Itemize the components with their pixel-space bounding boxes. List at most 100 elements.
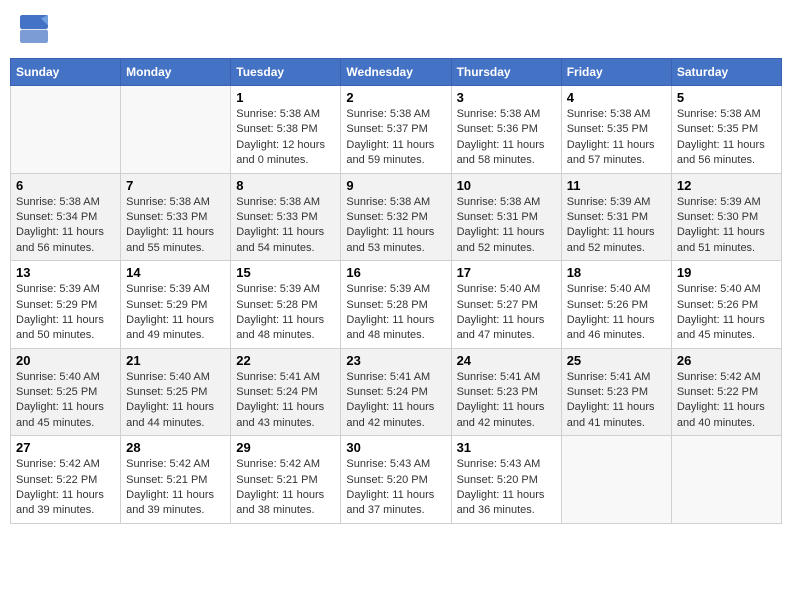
calendar-cell: 25 Sunrise: 5:41 AM Sunset: 5:23 PM Dayli… [561, 348, 671, 436]
day-info: Sunrise: 5:43 AM Sunset: 5:20 PM Dayligh… [457, 457, 556, 519]
day-info: Sunrise: 5:42 AM Sunset: 5:22 PM Dayligh… [16, 457, 115, 519]
day-info: Sunrise: 5:41 AM Sunset: 5:24 PM Dayligh… [236, 370, 335, 432]
day-number: 10 [457, 178, 556, 193]
day-info: Sunrise: 5:40 AM Sunset: 5:25 PM Dayligh… [126, 370, 225, 432]
day-info: Sunrise: 5:39 AM Sunset: 5:28 PM Dayligh… [236, 282, 335, 344]
calendar-cell: 1 Sunrise: 5:38 AM Sunset: 5:38 PM Daylig… [231, 86, 341, 174]
calendar-cell: 13Sunrise: 5:39 AM Sunset: 5:29 PM Dayli… [11, 261, 121, 349]
day-number: 26 [677, 353, 776, 368]
day-number: 23 [346, 353, 445, 368]
day-number: 7 [126, 178, 225, 193]
day-number: 19 [677, 265, 776, 280]
day-number: 2 [346, 90, 445, 105]
day-info: Sunrise: 5:43 AM Sunset: 5:20 PM Dayligh… [346, 457, 445, 519]
day-info: Sunrise: 5:41 AM Sunset: 5:23 PM Dayligh… [457, 370, 556, 432]
calendar-cell: 26 Sunrise: 5:42 AM Sunset: 5:22 PM Dayli… [671, 348, 781, 436]
day-number: 25 [567, 353, 666, 368]
calendar-cell: 18 Sunrise: 5:40 AM Sunset: 5:26 PM Dayli… [561, 261, 671, 349]
calendar-cell: 10 Sunrise: 5:38 AM Sunset: 5:31 PM Dayli… [451, 173, 561, 261]
calendar-cell: 8 Sunrise: 5:38 AM Sunset: 5:33 PM Daylig… [231, 173, 341, 261]
day-info: Sunrise: 5:40 AM Sunset: 5:26 PM Dayligh… [567, 282, 666, 344]
day-info: Sunrise: 5:39 AM Sunset: 5:30 PM Dayligh… [677, 195, 776, 257]
day-info: Sunrise: 5:42 AM Sunset: 5:22 PM Dayligh… [677, 370, 776, 432]
day-number: 31 [457, 440, 556, 455]
weekday-header: Thursday [451, 59, 561, 86]
day-info: Sunrise: 5:42 AM Sunset: 5:21 PM Dayligh… [236, 457, 335, 519]
calendar-cell: 17Sunrise: 5:40 AM Sunset: 5:27 PM Dayli… [451, 261, 561, 349]
day-number: 14 [126, 265, 225, 280]
day-info: Sunrise: 5:38 AM Sunset: 5:36 PM Dayligh… [457, 107, 556, 169]
calendar-cell: 5 Sunrise: 5:38 AM Sunset: 5:35 PM Daylig… [671, 86, 781, 174]
day-number: 18 [567, 265, 666, 280]
day-number: 24 [457, 353, 556, 368]
calendar-cell: 6 Sunrise: 5:38 AM Sunset: 5:34 PM Daylig… [11, 173, 121, 261]
calendar-cell [671, 436, 781, 524]
calendar-cell [561, 436, 671, 524]
day-number: 6 [16, 178, 115, 193]
day-number: 12 [677, 178, 776, 193]
day-info: Sunrise: 5:38 AM Sunset: 5:33 PM Dayligh… [126, 195, 225, 257]
page-header [10, 10, 782, 48]
calendar-cell: 11 Sunrise: 5:39 AM Sunset: 5:31 PM Dayli… [561, 173, 671, 261]
day-info: Sunrise: 5:38 AM Sunset: 5:32 PM Dayligh… [346, 195, 445, 257]
calendar-cell: 2Sunrise: 5:38 AM Sunset: 5:37 PM Daylig… [341, 86, 451, 174]
calendar-cell: 27 Sunrise: 5:42 AM Sunset: 5:22 PM Dayli… [11, 436, 121, 524]
day-number: 5 [677, 90, 776, 105]
calendar-cell: 16 Sunrise: 5:39 AM Sunset: 5:28 PM Dayli… [341, 261, 451, 349]
day-number: 16 [346, 265, 445, 280]
day-info: Sunrise: 5:38 AM Sunset: 5:35 PM Dayligh… [677, 107, 776, 169]
calendar-cell: 21 Sunrise: 5:40 AM Sunset: 5:25 PM Dayli… [121, 348, 231, 436]
weekday-header: Sunday [11, 59, 121, 86]
day-info: Sunrise: 5:39 AM Sunset: 5:28 PM Dayligh… [346, 282, 445, 344]
day-info: Sunrise: 5:38 AM Sunset: 5:38 PM Dayligh… [236, 107, 335, 169]
calendar-cell: 24 Sunrise: 5:41 AM Sunset: 5:23 PM Dayli… [451, 348, 561, 436]
day-number: 29 [236, 440, 335, 455]
calendar-cell: 22 Sunrise: 5:41 AM Sunset: 5:24 PM Dayli… [231, 348, 341, 436]
day-number: 22 [236, 353, 335, 368]
day-info: Sunrise: 5:39 AM Sunset: 5:29 PM Dayligh… [126, 282, 225, 344]
logo-icon [20, 15, 48, 43]
weekday-header: Tuesday [231, 59, 341, 86]
day-number: 11 [567, 178, 666, 193]
weekday-header: Saturday [671, 59, 781, 86]
day-number: 27 [16, 440, 115, 455]
calendar-cell: 31 Sunrise: 5:43 AM Sunset: 5:20 PM Dayli… [451, 436, 561, 524]
day-info: Sunrise: 5:40 AM Sunset: 5:26 PM Dayligh… [677, 282, 776, 344]
calendar-cell: 28Sunrise: 5:42 AM Sunset: 5:21 PM Dayli… [121, 436, 231, 524]
calendar-cell: 7 Sunrise: 5:38 AM Sunset: 5:33 PM Daylig… [121, 173, 231, 261]
day-number: 21 [126, 353, 225, 368]
weekday-header: Monday [121, 59, 231, 86]
calendar-cell: 30 Sunrise: 5:43 AM Sunset: 5:20 PM Dayli… [341, 436, 451, 524]
calendar-cell [121, 86, 231, 174]
day-number: 3 [457, 90, 556, 105]
calendar-table: SundayMondayTuesdayWednesdayThursdayFrid… [10, 58, 782, 524]
calendar-cell: 20 Sunrise: 5:40 AM Sunset: 5:25 PM Dayli… [11, 348, 121, 436]
calendar-cell: 3 Sunrise: 5:38 AM Sunset: 5:36 PM Daylig… [451, 86, 561, 174]
day-number: 17 [457, 265, 556, 280]
day-info: Sunrise: 5:42 AM Sunset: 5:21 PM Dayligh… [126, 457, 225, 519]
calendar-cell: 12 Sunrise: 5:39 AM Sunset: 5:30 PM Dayli… [671, 173, 781, 261]
day-info: Sunrise: 5:40 AM Sunset: 5:25 PM Dayligh… [16, 370, 115, 432]
day-info: Sunrise: 5:41 AM Sunset: 5:23 PM Dayligh… [567, 370, 666, 432]
calendar-cell [11, 86, 121, 174]
logo [20, 15, 52, 43]
day-number: 8 [236, 178, 335, 193]
day-info: Sunrise: 5:41 AM Sunset: 5:24 PM Dayligh… [346, 370, 445, 432]
day-number: 30 [346, 440, 445, 455]
day-info: Sunrise: 5:39 AM Sunset: 5:31 PM Dayligh… [567, 195, 666, 257]
calendar-cell: 14 Sunrise: 5:39 AM Sunset: 5:29 PM Dayli… [121, 261, 231, 349]
calendar-cell: 19 Sunrise: 5:40 AM Sunset: 5:26 PM Dayli… [671, 261, 781, 349]
day-number: 20 [16, 353, 115, 368]
day-info: Sunrise: 5:38 AM Sunset: 5:31 PM Dayligh… [457, 195, 556, 257]
weekday-header: Friday [561, 59, 671, 86]
day-info: Sunrise: 5:38 AM Sunset: 5:35 PM Dayligh… [567, 107, 666, 169]
day-number: 1 [236, 90, 335, 105]
day-number: 15 [236, 265, 335, 280]
calendar-header: SundayMondayTuesdayWednesdayThursdayFrid… [11, 59, 782, 86]
calendar-cell: 23 Sunrise: 5:41 AM Sunset: 5:24 PM Dayli… [341, 348, 451, 436]
day-info: Sunrise: 5:38 AM Sunset: 5:34 PM Dayligh… [16, 195, 115, 257]
weekday-header: Wednesday [341, 59, 451, 86]
day-info: Sunrise: 5:38 AM Sunset: 5:33 PM Dayligh… [236, 195, 335, 257]
day-number: 9 [346, 178, 445, 193]
day-number: 13 [16, 265, 115, 280]
